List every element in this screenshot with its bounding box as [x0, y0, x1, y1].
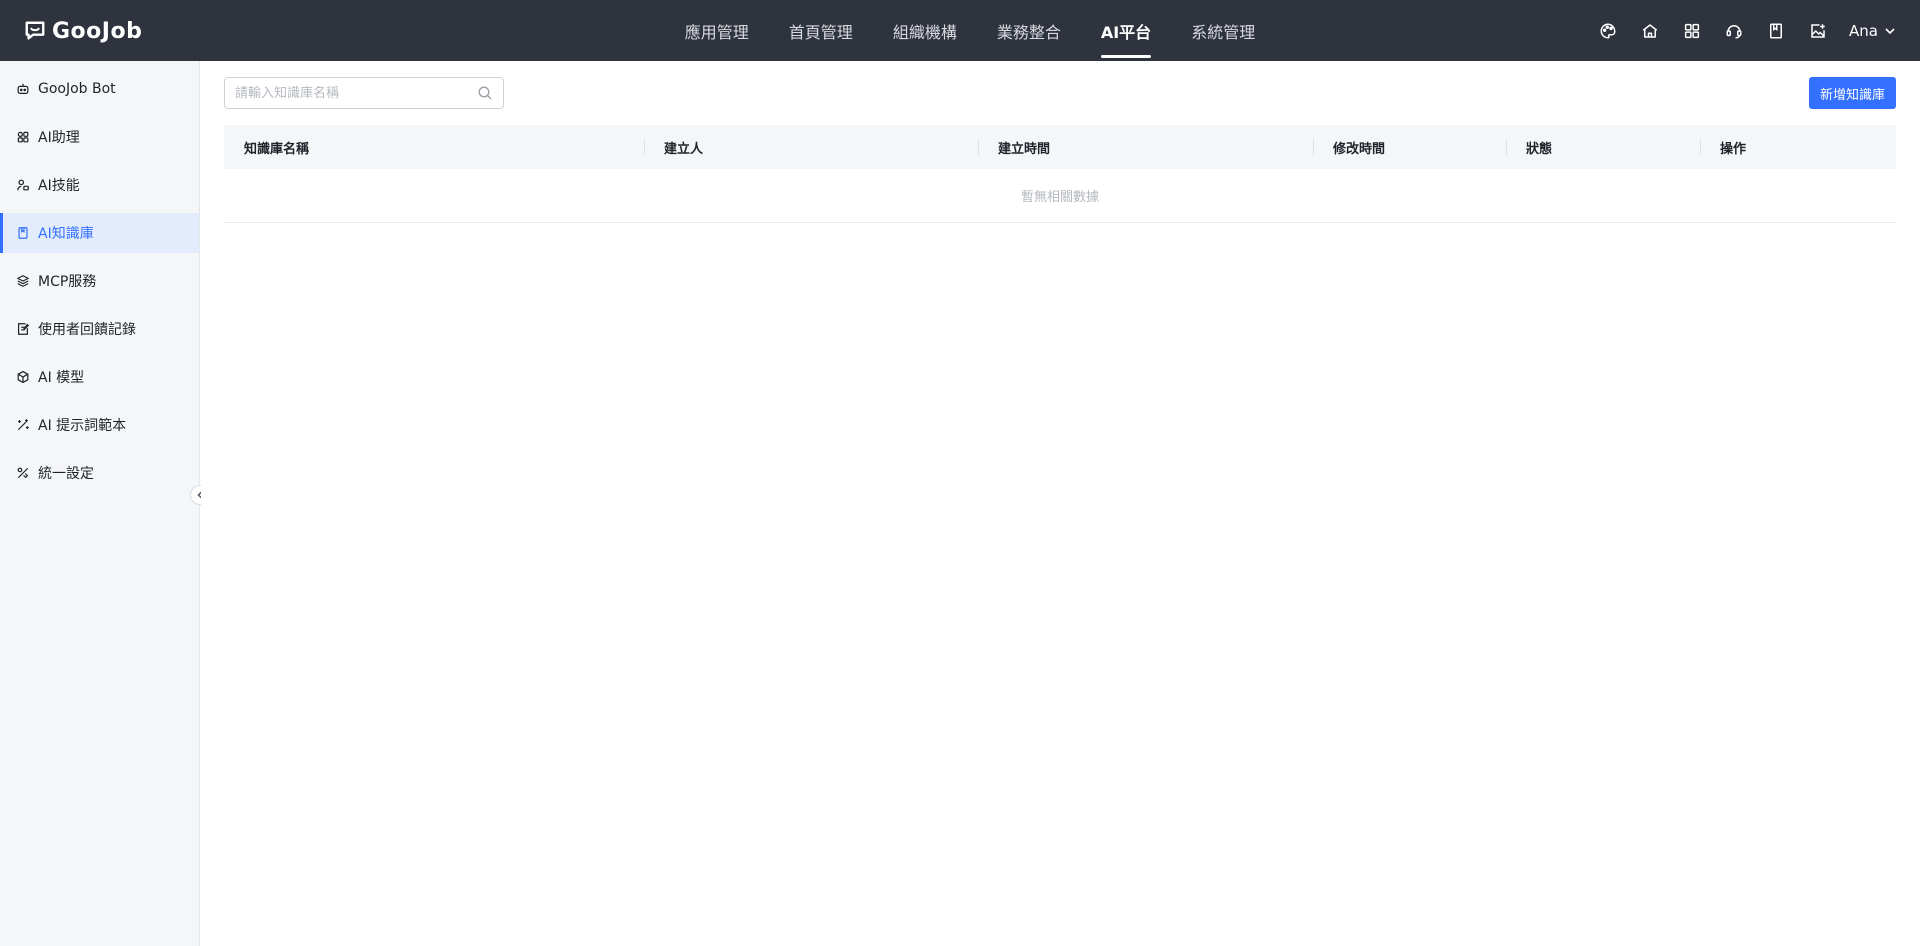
skill-icon	[16, 178, 30, 192]
support-icon[interactable]	[1723, 20, 1745, 42]
sidebar-item-label: GooJob Bot	[38, 81, 116, 97]
sidebar-item-ai-prompt-templates[interactable]: AI 提示詞範本	[0, 405, 199, 445]
palette-icon[interactable]	[1597, 20, 1619, 42]
sidebar-item-ai-assistant[interactable]: AI助理	[0, 117, 199, 157]
column-header-actions: 操作	[1700, 125, 1896, 169]
magic-wand-icon	[16, 418, 30, 432]
sidebar-item-label: AI技能	[38, 178, 80, 194]
sidebar-item-label: AI知識庫	[38, 226, 94, 242]
nav-item-ai-platform[interactable]: AI平台	[1100, 0, 1152, 61]
sidebar-item-label: MCP服務	[38, 274, 97, 290]
user-menu[interactable]: Ana	[1849, 22, 1896, 40]
chat-logo-icon	[25, 21, 45, 40]
main-content: 新增知識庫 知識庫名稱 建立人 建立時間 修改時間 狀態 操作 暫無相關數據	[201, 61, 1920, 946]
edit-doc-icon	[16, 322, 30, 336]
nav-item-system-management[interactable]: 系統管理	[1191, 0, 1255, 61]
book-icon[interactable]	[1765, 20, 1787, 42]
column-header-modified-time: 修改時間	[1313, 125, 1506, 169]
top-navbar: GooJob 應用管理 首頁管理 組織機構 業務整合 AI平台 系統管理 Ana	[0, 0, 1920, 61]
nav-item-app-management[interactable]: 應用管理	[685, 0, 749, 61]
sidebar-item-ai-skills[interactable]: AI技能	[0, 165, 199, 205]
sidebar-item-ai-knowledge-base[interactable]: AI知識庫	[0, 213, 199, 253]
apps-grid-icon[interactable]	[1681, 20, 1703, 42]
brand-logo[interactable]: GooJob	[24, 16, 142, 46]
add-knowledge-base-button[interactable]: 新增知識庫	[1808, 77, 1896, 109]
sidebar-item-unified-settings[interactable]: 統一設定	[0, 453, 199, 493]
column-header-creator: 建立人	[644, 125, 978, 169]
table-header: 知識庫名稱 建立人 建立時間 修改時間 狀態 操作	[224, 125, 1896, 169]
brand-name: GooJob	[52, 18, 143, 44]
bot-icon	[16, 82, 30, 96]
layers-icon	[16, 274, 30, 288]
column-header-status: 狀態	[1506, 125, 1700, 169]
image-add-icon[interactable]	[1807, 20, 1829, 42]
sidebar-item-user-feedback[interactable]: 使用者回饋記錄	[0, 309, 199, 349]
column-header-name: 知識庫名稱	[244, 141, 310, 157]
cube-icon	[16, 370, 30, 384]
sidebar-item-mcp-service[interactable]: MCP服務	[0, 261, 199, 301]
sidebar-item-ai-model[interactable]: AI 模型	[0, 357, 199, 397]
knowledge-base-table: 知識庫名稱 建立人 建立時間 修改時間 狀態 操作 暫無相關數據	[224, 125, 1896, 223]
book-icon	[16, 226, 30, 240]
chevron-down-icon	[1885, 27, 1895, 34]
nav-item-home-management[interactable]: 首頁管理	[789, 0, 853, 61]
column-header-created-time: 建立時間	[978, 125, 1313, 169]
nav-item-organization[interactable]: 組織機構	[893, 0, 957, 61]
sidebar-item-label: 統一設定	[38, 466, 94, 482]
search-box	[224, 77, 504, 109]
search-icon[interactable]	[477, 85, 493, 101]
sidebar-item-label: AI 提示詞範本	[38, 418, 127, 434]
search-input[interactable]	[235, 85, 477, 101]
header-actions: Ana	[1597, 0, 1896, 61]
nav-item-business-integration[interactable]: 業務整合	[997, 0, 1061, 61]
grid-icon	[16, 130, 30, 144]
tools-icon	[16, 466, 30, 480]
sidebar-item-label: AI 模型	[38, 370, 85, 386]
empty-state-text: 暫無相關數據	[224, 169, 1896, 223]
sidebar: GooJob Bot AI助理 AI技能 AI知識庫 MCP服務 使用者回饋記錄	[0, 61, 200, 946]
sidebar-item-label: 使用者回饋記錄	[38, 322, 136, 338]
user-name: Ana	[1849, 21, 1878, 40]
sidebar-item-label: AI助理	[38, 130, 80, 146]
sidebar-item-goojob-bot[interactable]: GooJob Bot	[0, 69, 199, 109]
home-icon[interactable]	[1639, 20, 1661, 42]
